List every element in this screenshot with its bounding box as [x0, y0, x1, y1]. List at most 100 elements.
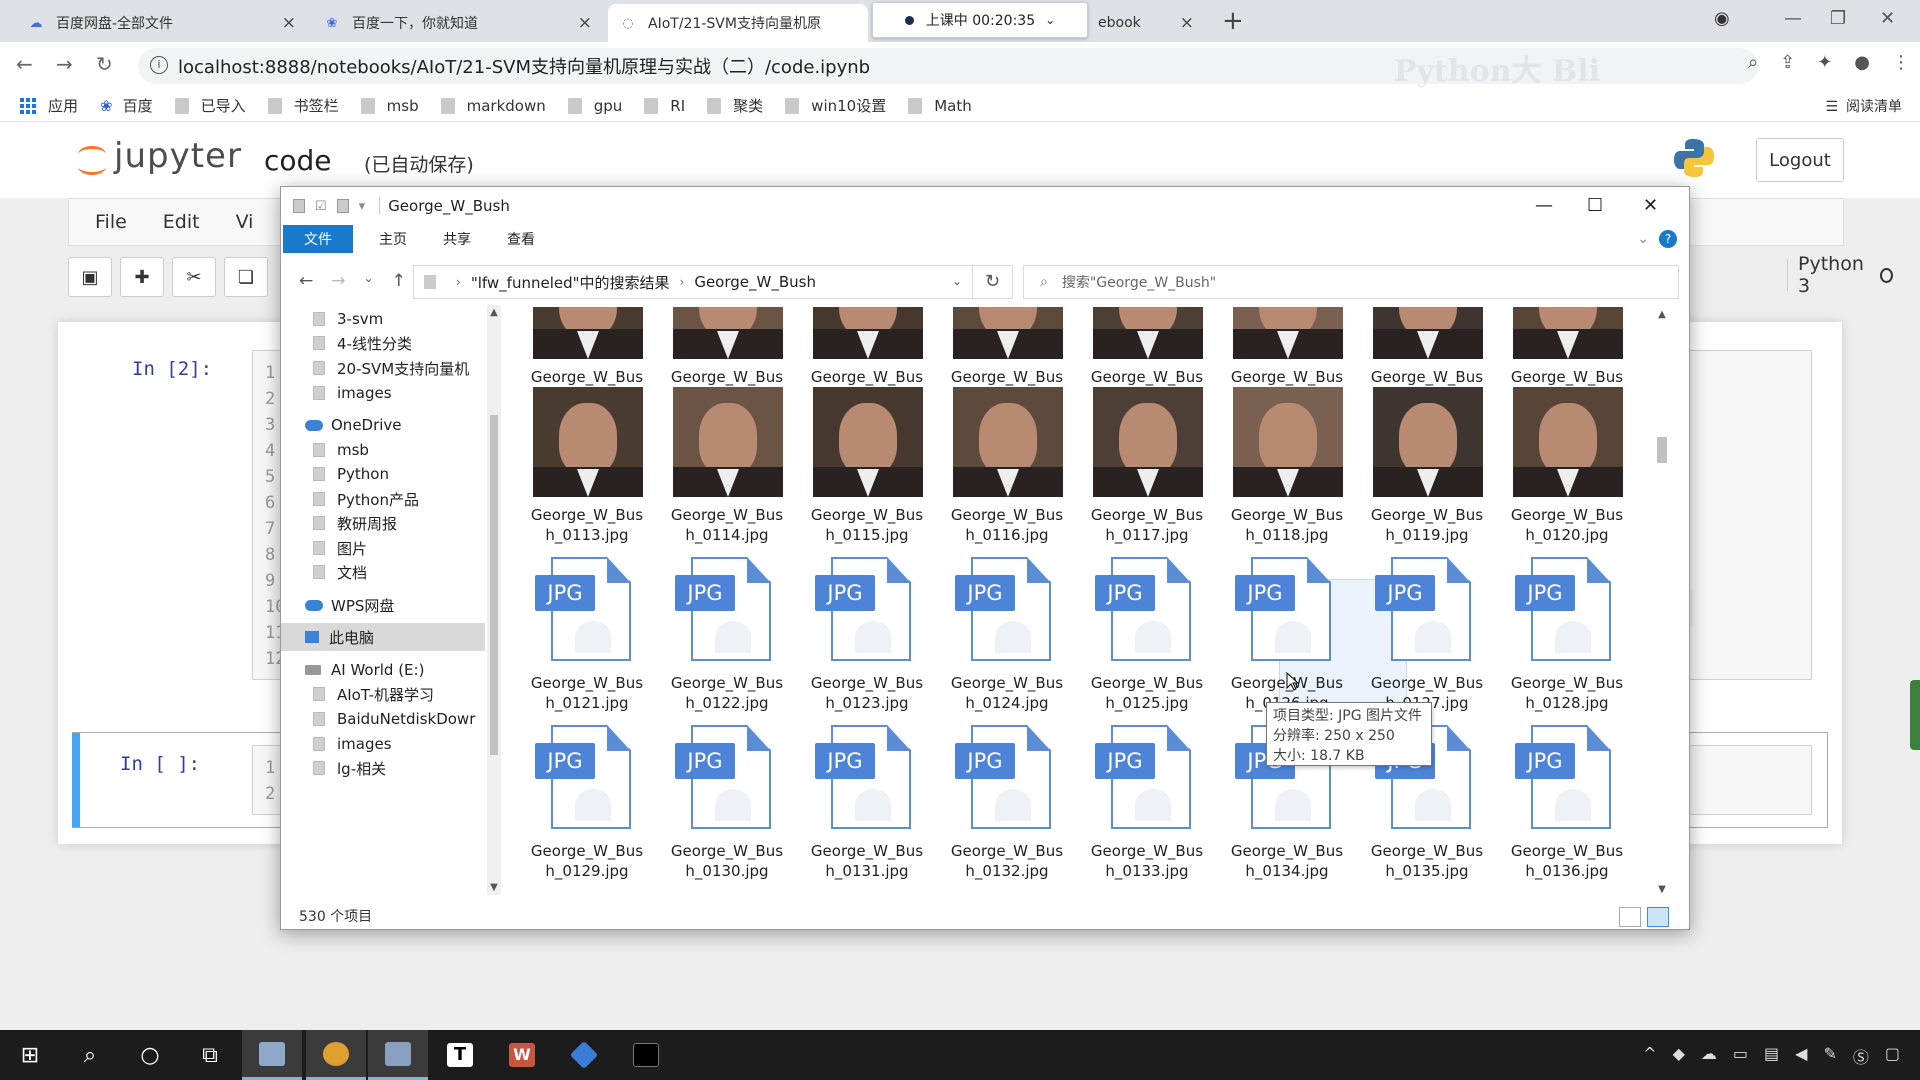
- scroll-up-icon[interactable]: ▲: [487, 307, 501, 318]
- bookmark-win10[interactable]: win10设置: [785, 95, 886, 116]
- forward-icon[interactable]: →: [331, 271, 345, 291]
- typora-icon[interactable]: T: [430, 1030, 490, 1080]
- minimize-icon[interactable]: —: [1535, 195, 1553, 216]
- scrollbar-thumb[interactable]: [490, 415, 498, 755]
- file-item[interactable]: JPG George_W_Bus h_0132.jpg: [937, 719, 1067, 887]
- sidebar-item[interactable]: 文档: [281, 558, 485, 586]
- copy-button[interactable]: ❏: [224, 257, 268, 297]
- tab-notebook[interactable]: ◌ AIoT/21-SVM支持向量机原: [608, 4, 868, 42]
- photos-icon[interactable]: [368, 1030, 428, 1080]
- bookmark-ri[interactable]: RI: [644, 97, 685, 115]
- scroll-down-icon[interactable]: ▼: [1655, 884, 1669, 895]
- close-icon[interactable]: ×: [282, 13, 296, 33]
- network-icon[interactable]: ▤: [1764, 1044, 1779, 1068]
- bookmark-imported[interactable]: 已导入: [174, 95, 246, 116]
- recent-locations-icon[interactable]: ⌄: [364, 271, 374, 291]
- file-item[interactable]: George_W_Bus h_0119.jpg: [1357, 383, 1487, 551]
- ribbon-tab-file[interactable]: 文件: [283, 225, 353, 253]
- tab-baidu[interactable]: ❀ 百度一下，你就知道 ×: [312, 4, 604, 42]
- file-item[interactable]: JPG George_W_Bus h_0130.jpg: [657, 719, 787, 887]
- tab-baidu-pan[interactable]: ☁ 百度网盘-全部文件 ×: [16, 4, 308, 42]
- scroll-up-icon[interactable]: ▲: [1655, 309, 1669, 320]
- sidebar-item[interactable]: 教研周报: [281, 509, 485, 537]
- breadcrumb-search-results[interactable]: "lfw_funneled"中的搜索结果: [471, 272, 670, 293]
- sidebar-item[interactable]: images: [281, 379, 485, 407]
- bookmark-math[interactable]: Math: [908, 97, 972, 115]
- file-item[interactable]: JPG George_W_Bus h_0133.jpg: [1077, 719, 1207, 887]
- file-item[interactable]: George_W_Bus h_0118.jpg: [1217, 383, 1347, 551]
- file-item[interactable]: JPG George_W_Bus h_0123.jpg: [797, 551, 927, 719]
- bookmark-msb[interactable]: msb: [360, 97, 419, 115]
- bookmark-cluster[interactable]: 聚类: [707, 95, 763, 116]
- file-item[interactable]: JPGGeorge_W_Bush_0127.jpg: [1357, 551, 1487, 719]
- file-item[interactable]: George_W_Bus h_0120.jpg: [1497, 383, 1627, 551]
- file-item[interactable]: JPG George_W_Bus h_0121.jpg: [517, 551, 647, 719]
- file-item[interactable]: JPG George_W_Bus h_0128.jpg: [1497, 551, 1627, 719]
- profile-menu-icon[interactable]: ◉: [1714, 8, 1730, 29]
- cut-button[interactable]: ✂: [172, 257, 216, 297]
- add-cell-button[interactable]: ✚: [120, 257, 164, 297]
- new-folder-icon[interactable]: [336, 199, 349, 213]
- ribbon-tab-view[interactable]: 查看: [489, 225, 553, 253]
- sidebar-item[interactable]: 此电脑: [281, 623, 485, 651]
- notifications-icon[interactable]: ▢: [1885, 1044, 1900, 1068]
- more-menu-icon[interactable]: ⋮: [1892, 52, 1910, 73]
- sidebar-item[interactable]: BaiduNetdiskDowr: [281, 705, 485, 733]
- file-item[interactable]: George_W_Bus h_0113.jpg: [517, 383, 647, 551]
- bookmark-apps[interactable]: 应用: [20, 95, 78, 116]
- refresh-button[interactable]: ↻: [973, 265, 1013, 299]
- notebook-name[interactable]: code: [264, 144, 332, 177]
- bookmark-bar-folder[interactable]: 书签栏: [267, 95, 339, 116]
- onedrive-icon[interactable]: ☁: [1701, 1044, 1717, 1068]
- jupyter-logo[interactable]: jupyter: [76, 136, 242, 176]
- sidebar-item[interactable]: Python: [281, 460, 485, 488]
- avatar[interactable]: ●: [1854, 52, 1870, 73]
- file-item[interactable]: JPG George_W_Bus h_0124.jpg: [937, 551, 1067, 719]
- cortana-icon[interactable]: ○: [120, 1030, 180, 1080]
- kernel-indicator[interactable]: Python 3: [1787, 253, 1893, 297]
- restore-icon[interactable]: ❐: [1830, 8, 1846, 29]
- forward-icon[interactable]: →: [56, 52, 73, 76]
- back-icon[interactable]: ←: [16, 52, 33, 76]
- start-icon[interactable]: ⊞: [0, 1030, 60, 1080]
- bookmark-markdown[interactable]: markdown: [440, 97, 546, 115]
- tab-ebook[interactable]: ebook ×: [1086, 4, 1206, 42]
- ribbon-tab-home[interactable]: 主页: [361, 225, 425, 253]
- search-icon[interactable]: ⌕: [60, 1030, 120, 1080]
- up-icon[interactable]: ↑: [392, 271, 406, 291]
- large-icons-view-icon[interactable]: [1647, 907, 1669, 927]
- recording-indicator[interactable]: 上课中 00:20:35 ⌄: [872, 2, 1088, 38]
- ribbon-tab-share[interactable]: 共享: [425, 225, 489, 253]
- expand-ribbon-icon[interactable]: ⌄: [1637, 231, 1649, 247]
- file-item[interactable]: George_W_Bus h_0116.jpg: [937, 383, 1067, 551]
- terminal-icon[interactable]: [616, 1030, 676, 1080]
- logout-button[interactable]: Logout: [1756, 138, 1844, 182]
- breadcrumb[interactable]: › "lfw_funneled"中的搜索结果 › George_W_Bush ⌄: [413, 265, 973, 299]
- file-item[interactable]: JPG George_W_Bus h_0122.jpg: [657, 551, 787, 719]
- close-icon[interactable]: ×: [578, 13, 592, 33]
- maximize-icon[interactable]: ☐: [1587, 195, 1603, 216]
- app-icon[interactable]: [554, 1030, 614, 1080]
- tray-s-icon[interactable]: Ⓢ: [1853, 1044, 1869, 1068]
- file-item[interactable]: JPG George_W_Bus h_0129.jpg: [517, 719, 647, 887]
- customize-quick-access-icon[interactable]: ▾: [359, 199, 366, 214]
- info-icon[interactable]: i: [150, 56, 168, 74]
- wps-icon[interactable]: W: [492, 1030, 552, 1080]
- back-icon[interactable]: ←: [299, 271, 313, 291]
- chevron-down-icon[interactable]: ⌄: [952, 274, 962, 288]
- breadcrumb-folder[interactable]: George_W_Bush: [694, 273, 816, 291]
- file-item[interactable]: JPGGeorge_W_Bush_0126.jpg: [1217, 551, 1347, 719]
- volume-icon[interactable]: ◀: [1795, 1044, 1807, 1068]
- save-button[interactable]: ▣: [68, 257, 112, 297]
- file-item[interactable]: George_W_Bus h_0117.jpg: [1077, 383, 1207, 551]
- file-item[interactable]: JPG George_W_Bus h_0125.jpg: [1077, 551, 1207, 719]
- search-input[interactable]: ⌕ 搜索"George_W_Bush": [1023, 265, 1679, 299]
- file-item[interactable]: George_W_Bus h_0115.jpg: [797, 383, 927, 551]
- details-view-icon[interactable]: [1619, 907, 1641, 927]
- menu-view[interactable]: Vi: [236, 211, 254, 233]
- properties-icon[interactable]: ☑: [315, 199, 327, 214]
- file-item[interactable]: JPG George_W_Bus h_0131.jpg: [797, 719, 927, 887]
- sidebar-item[interactable]: OneDrive: [281, 411, 485, 439]
- menu-edit[interactable]: Edit: [163, 211, 200, 233]
- sidebar-item[interactable]: lg-相关: [281, 754, 485, 782]
